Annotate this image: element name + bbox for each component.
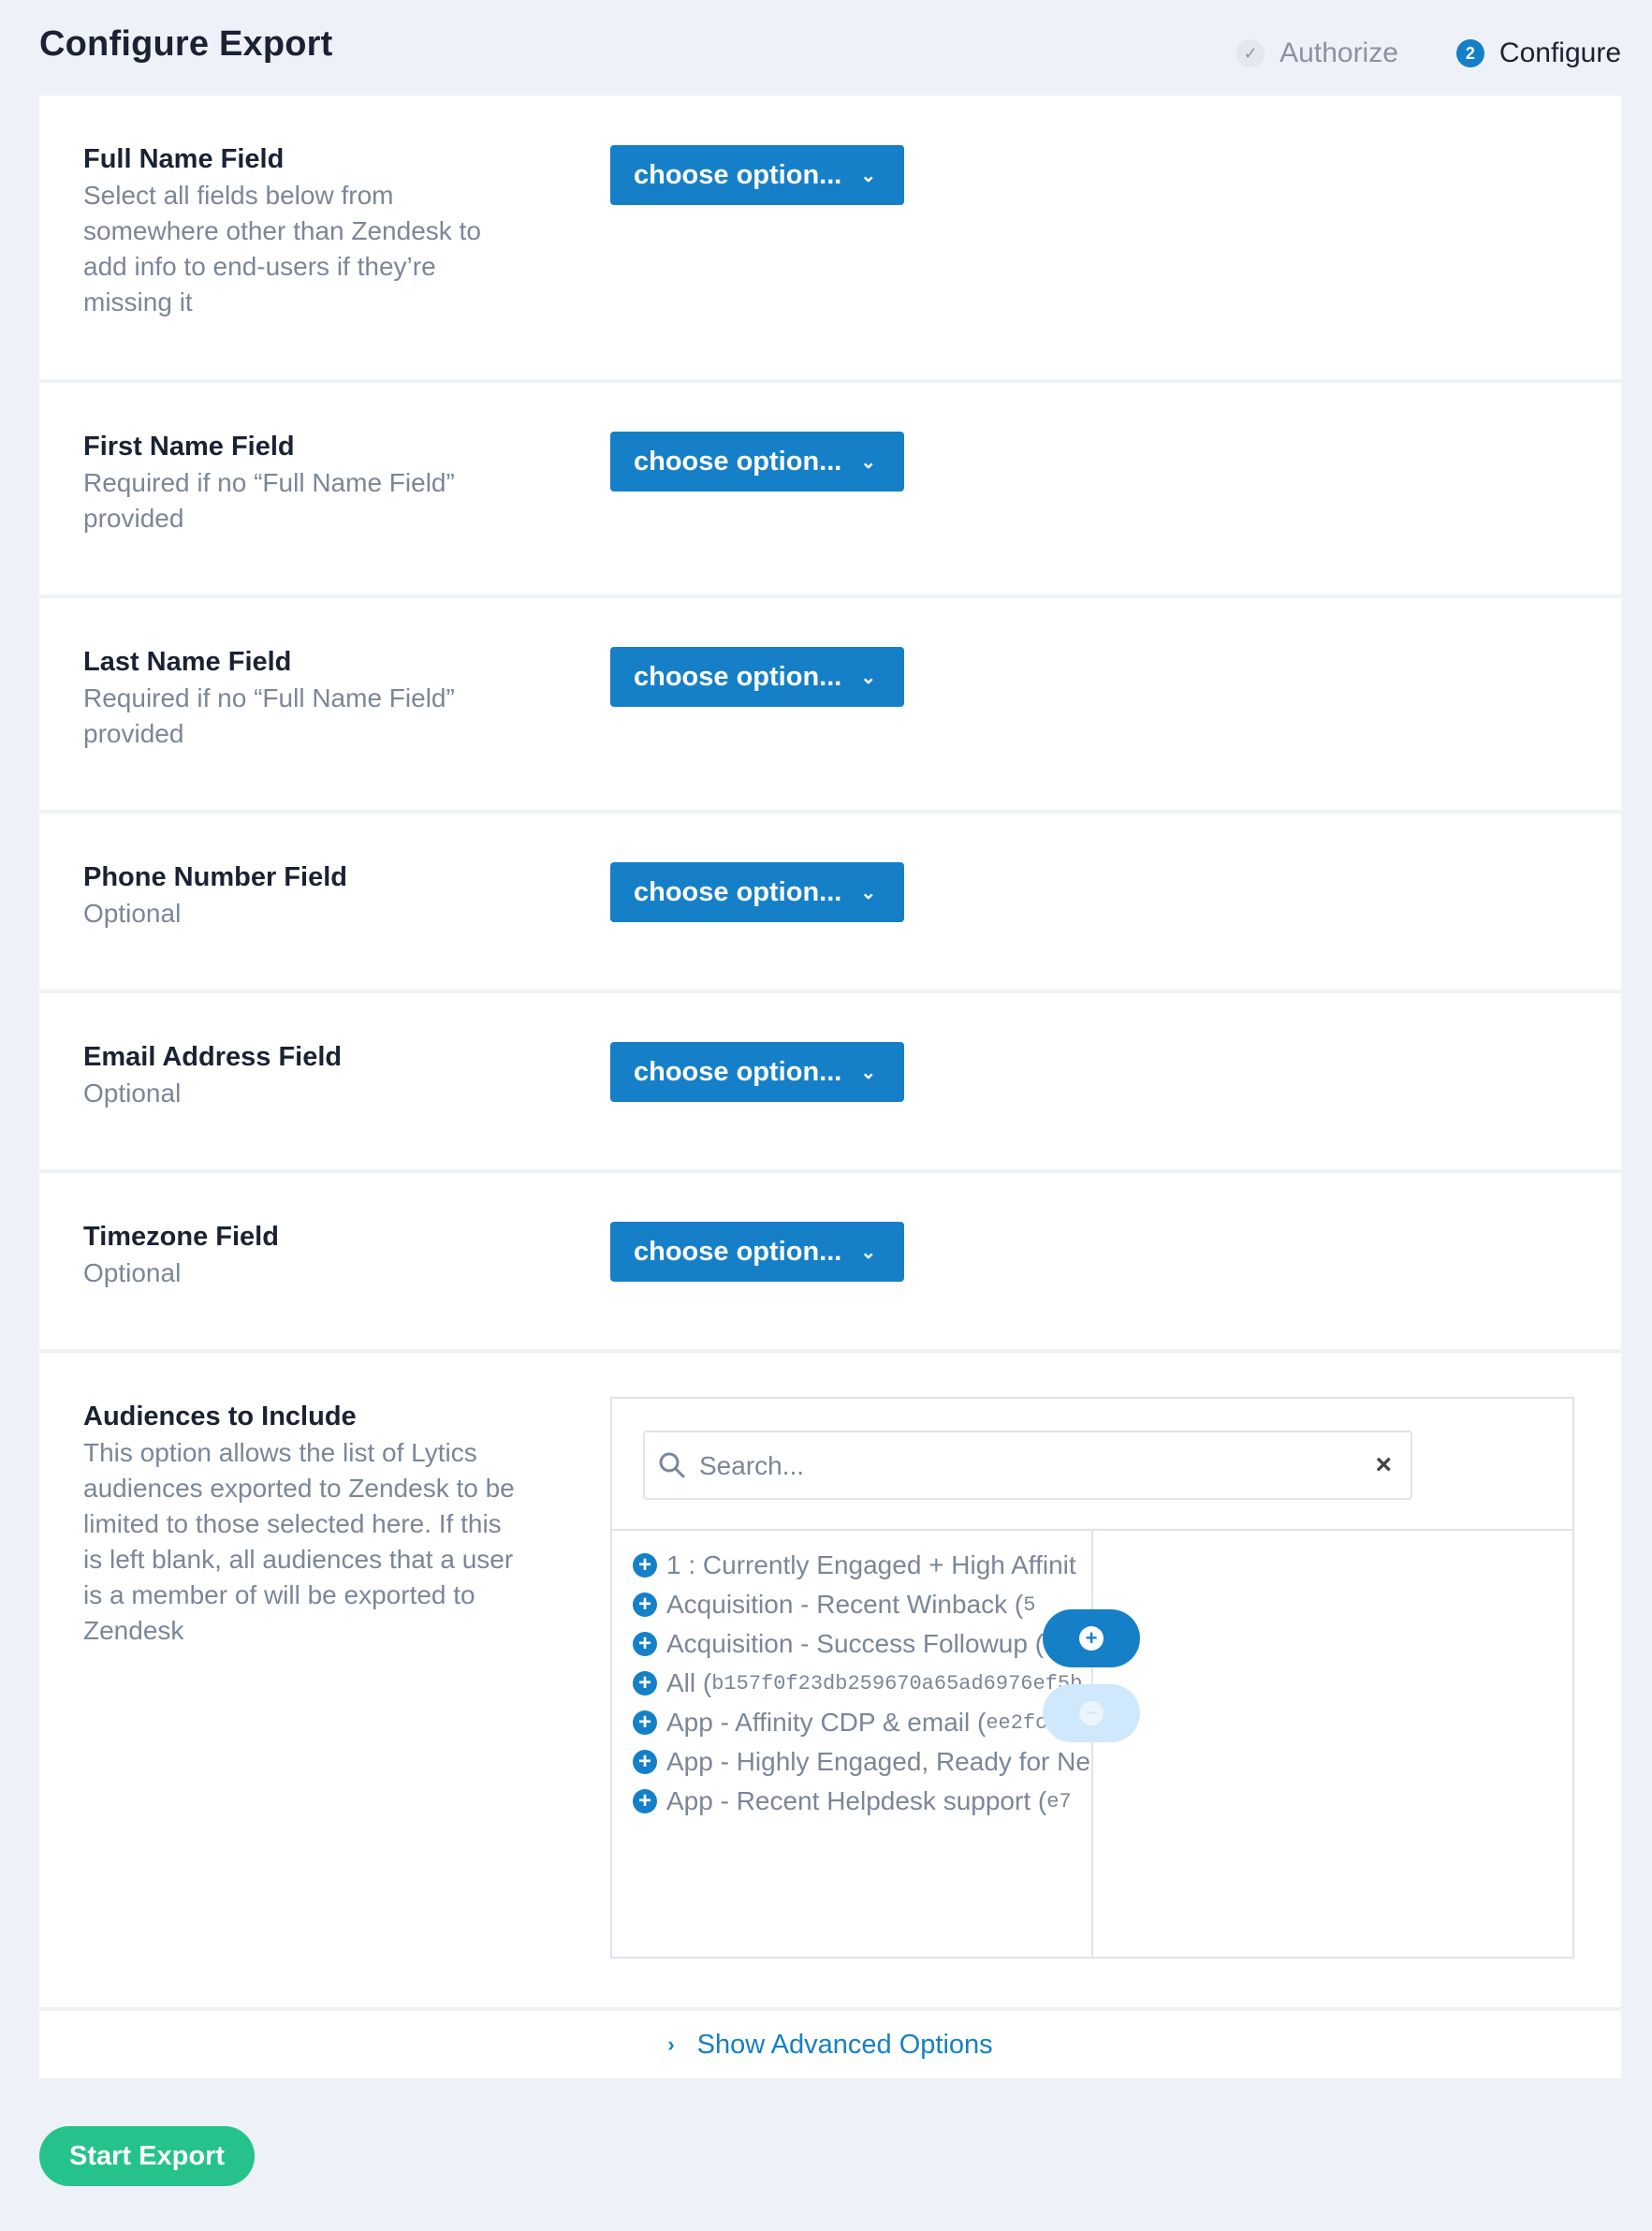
- search-box: ×: [643, 1431, 1412, 1500]
- chevron-down-icon: ⌄: [860, 667, 877, 688]
- field-label: Email Address Field: [83, 1042, 343, 1072]
- step-indicator: ✓ Authorize 2 Configure: [1178, 37, 1621, 69]
- step-authorize[interactable]: ✓ Authorize: [1236, 37, 1398, 69]
- add-circle-icon: +: [633, 1710, 657, 1735]
- audience-name: 1 : Currently Engaged + High Affinit: [666, 1550, 1076, 1579]
- field-card-full-name: Full Name Field Select all fields below …: [39, 95, 1621, 379]
- step-number-badge: 2: [1455, 39, 1484, 67]
- close-icon[interactable]: ×: [1375, 1449, 1392, 1481]
- add-circle-icon: +: [633, 1553, 657, 1578]
- chevron-down-icon: ⌄: [860, 1062, 877, 1083]
- step-authorize-label: Authorize: [1279, 37, 1398, 68]
- field-description: Required if no “Full Name Field” provide…: [83, 683, 455, 748]
- dropdown-label: choose option...: [634, 661, 842, 692]
- divider: [1091, 1531, 1093, 1959]
- audience-name: App - Recent Helpdesk support (: [666, 1786, 1047, 1815]
- step-configure-label: Configure: [1498, 37, 1621, 68]
- add-circle-icon: +: [633, 1632, 657, 1656]
- last-name-dropdown[interactable]: choose option... ⌄: [610, 647, 904, 707]
- available-audiences-list: + 1 : Currently Engaged + High Affinit +…: [612, 1531, 1091, 1959]
- field-label: Timezone Field: [83, 1222, 279, 1252]
- audience-name: Acquisition - Success Followup (: [666, 1629, 1045, 1658]
- chevron-down-icon: ⌄: [860, 1241, 877, 1263]
- email-address-dropdown[interactable]: choose option... ⌄: [610, 1042, 904, 1102]
- add-circle-icon: +: [633, 1750, 657, 1774]
- audience-item[interactable]: + 1 : Currently Engaged + High Affinit: [633, 1546, 1091, 1585]
- plus-icon: +: [1079, 1626, 1104, 1651]
- field-description: This option allows the list of Lytics au…: [83, 1438, 515, 1645]
- field-card-last-name: Last Name Field Required if no “Full Nam…: [39, 598, 1621, 810]
- page-title: Configure Export: [39, 24, 333, 64]
- audience-item[interactable]: + App - Highly Engaged, Ready for Ne: [633, 1742, 1091, 1782]
- advanced-options-card: › Show Advanced Options: [39, 2011, 1621, 2078]
- full-name-dropdown[interactable]: choose option... ⌄: [610, 145, 904, 205]
- audience-id: b157f0f23db259670a65ad6976ef5b: [711, 1671, 1083, 1695]
- chevron-down-icon: ⌄: [860, 165, 877, 186]
- field-label: Phone Number Field: [83, 862, 347, 892]
- step-configure[interactable]: 2 Configure: [1455, 37, 1621, 69]
- field-label: Full Name Field: [83, 144, 285, 174]
- field-description: Optional: [83, 1258, 182, 1287]
- search-input[interactable]: [697, 1447, 1356, 1485]
- advanced-options-label: Show Advanced Options: [696, 2029, 993, 2060]
- audience-picker: × + 1 : Currently Engaged + High Affinit…: [610, 1397, 1574, 1959]
- audience-id: 5: [1023, 1593, 1036, 1617]
- minus-icon: −: [1079, 1701, 1104, 1725]
- add-selected-button[interactable]: +: [1043, 1609, 1140, 1667]
- audience-item[interactable]: + App - Affinity CDP & email ( ee2fc46: [633, 1703, 1091, 1742]
- field-label: Last Name Field: [83, 647, 292, 677]
- dropdown-label: choose option...: [634, 1056, 842, 1087]
- chevron-down-icon: ⌄: [860, 451, 877, 473]
- start-export-button[interactable]: Start Export: [39, 2126, 255, 2186]
- field-description: Required if no “Full Name Field” provide…: [83, 468, 455, 533]
- phone-number-dropdown[interactable]: choose option... ⌄: [610, 862, 904, 922]
- first-name-dropdown[interactable]: choose option... ⌄: [610, 432, 904, 492]
- field-description: Optional: [83, 899, 182, 928]
- audience-name: Acquisition - Recent Winback (: [666, 1590, 1024, 1619]
- field-description: Select all fields below from somewhere o…: [83, 181, 481, 316]
- field-description: Optional: [83, 1079, 182, 1108]
- field-card-timezone: Timezone Field Optional choose option...…: [39, 1173, 1621, 1349]
- audiences-card: Audiences to Include This option allows …: [39, 1353, 1621, 2007]
- field-card-first-name: First Name Field Required if no “Full Na…: [39, 383, 1621, 594]
- chevron-right-icon: ›: [667, 2033, 675, 2056]
- remove-selected-button[interactable]: −: [1043, 1684, 1140, 1742]
- audience-item[interactable]: + All ( b157f0f23db259670a65ad6976ef5b: [633, 1664, 1091, 1703]
- add-circle-icon: +: [633, 1789, 657, 1813]
- dropdown-label: choose option...: [634, 159, 842, 190]
- add-circle-icon: +: [633, 1671, 657, 1695]
- dropdown-label: choose option...: [634, 1236, 842, 1267]
- audience-item[interactable]: + App - Recent Helpdesk support ( e7: [633, 1782, 1091, 1821]
- add-circle-icon: +: [633, 1593, 657, 1617]
- show-advanced-options-link[interactable]: › Show Advanced Options: [39, 2011, 1621, 2078]
- field-card-phone: Phone Number Field Optional choose optio…: [39, 814, 1621, 990]
- field-label: First Name Field: [83, 432, 295, 462]
- chevron-down-icon: ⌄: [860, 882, 877, 903]
- page-header: Configure Export ✓ Authorize 2 Configure: [39, 24, 1621, 71]
- audience-name: App - Affinity CDP & email (: [666, 1708, 987, 1737]
- field-label: Audiences to Include: [83, 1402, 357, 1431]
- dropdown-label: choose option...: [634, 446, 842, 477]
- audience-id: e7: [1046, 1789, 1072, 1813]
- check-icon: ✓: [1236, 39, 1265, 67]
- timezone-dropdown[interactable]: choose option... ⌄: [610, 1222, 904, 1282]
- audience-name: All (: [666, 1668, 712, 1697]
- audience-name: App - Highly Engaged, Ready for Ne: [666, 1747, 1090, 1776]
- dropdown-label: choose option...: [634, 876, 842, 907]
- audience-item[interactable]: + Acquisition - Recent Winback ( 5: [633, 1585, 1091, 1624]
- search-icon: [659, 1452, 685, 1478]
- audience-item[interactable]: + Acquisition - Success Followup ( 6f: [633, 1624, 1091, 1664]
- field-card-email: Email Address Field Optional choose opti…: [39, 993, 1621, 1169]
